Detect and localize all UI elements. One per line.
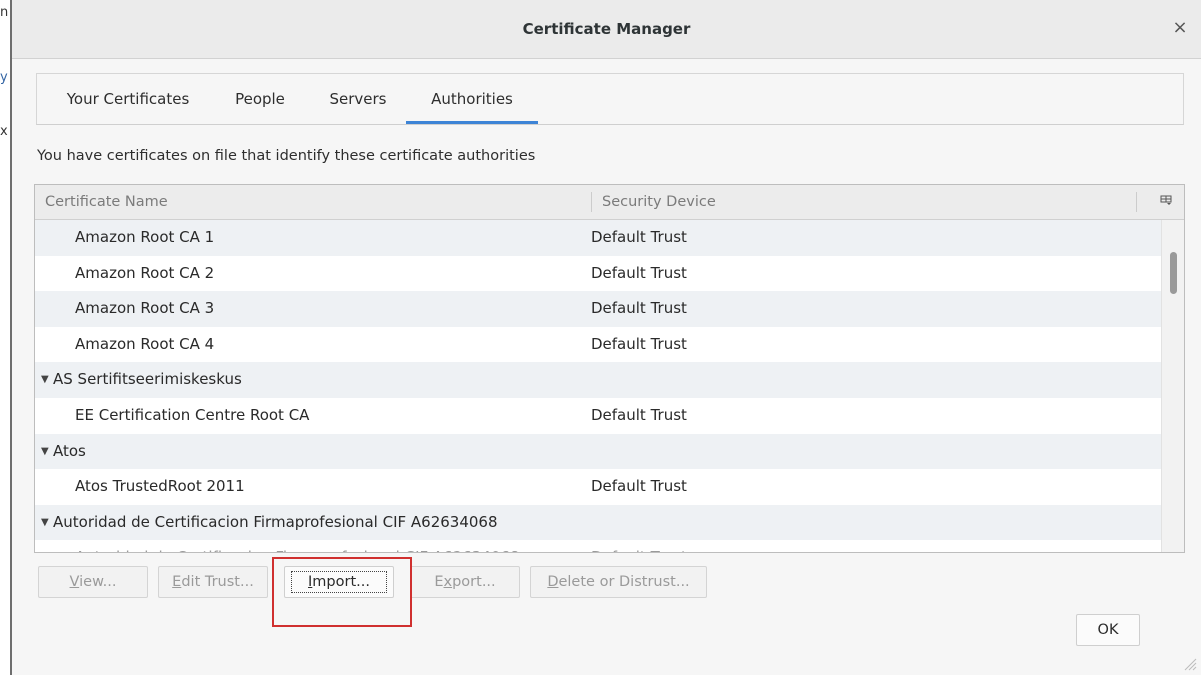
certificate-name: Autoridad de Certificacion Firmaprofesio… xyxy=(75,540,520,552)
annotation-highlight-box xyxy=(272,557,412,627)
tab-your-certificates[interactable]: Your Certificates xyxy=(61,74,195,124)
tree-header: Certificate Name Security Device xyxy=(35,185,1184,220)
background-text-fragment: n xyxy=(0,5,9,20)
table-group-row[interactable]: ▼ AS Sertifitseerimiskeskus xyxy=(35,362,1161,398)
delete-mnemonic: D xyxy=(547,574,559,590)
edit-trust-button[interactable]: Edit Trust... xyxy=(158,566,268,598)
certificate-manager-dialog: Certificate Manager × Your Certificates … xyxy=(12,0,1201,675)
view-mnemonic: V xyxy=(69,574,80,590)
dialog-title: Certificate Manager xyxy=(522,20,691,38)
tab-people[interactable]: People xyxy=(233,74,287,124)
tree-rows: Amazon Root CA 1 Default Trust Amazon Ro… xyxy=(35,220,1161,552)
tab-authorities[interactable]: Authorities xyxy=(406,74,538,124)
security-device: Default Trust xyxy=(591,405,687,424)
background-text-fragment: x xyxy=(0,124,8,139)
table-row[interactable]: Autoridad de Certificacion Firmaprofesio… xyxy=(35,540,1161,552)
security-device: Default Trust xyxy=(591,263,687,282)
security-device: Default Trust xyxy=(591,477,687,496)
certificate-name: Amazon Root CA 2 xyxy=(75,263,215,282)
tab-bar: Your Certificates People Servers Authori… xyxy=(36,73,1184,125)
export-label-start: E xyxy=(434,574,444,590)
edit-trust-label: dit Trust... xyxy=(181,574,254,590)
group-name: Atos xyxy=(53,441,86,460)
export-button[interactable]: Export... xyxy=(410,566,520,598)
column-header-security-device[interactable]: Security Device xyxy=(602,185,716,219)
table-row[interactable]: Amazon Root CA 1 Default Trust xyxy=(35,220,1161,256)
background-window-edge: n y x xyxy=(0,0,12,675)
table-group-row[interactable]: ▼ Autoridad de Certificacion Firmaprofes… xyxy=(35,504,1161,541)
table-row[interactable]: Amazon Root CA 2 Default Trust xyxy=(35,256,1161,292)
delete-label: elete or Distrust... xyxy=(558,574,690,590)
background-text-fragment: y xyxy=(0,70,8,85)
certificate-name: Amazon Root CA 1 xyxy=(75,228,215,246)
close-icon: × xyxy=(1172,17,1188,38)
resize-grip-icon[interactable] xyxy=(1183,657,1197,671)
security-device: Default Trust xyxy=(591,299,687,318)
security-device: Default Trust xyxy=(591,334,687,353)
delete-or-distrust-button[interactable]: Delete or Distrust... xyxy=(530,566,707,598)
security-device: Default Trust xyxy=(591,228,687,246)
close-button[interactable]: × xyxy=(1167,15,1193,41)
expand-triangle-icon[interactable]: ▼ xyxy=(41,434,49,470)
certificate-tree[interactable]: Certificate Name Security Device Amazon … xyxy=(34,184,1185,553)
description-text: You have certificates on file that ident… xyxy=(37,148,536,164)
column-picker-icon[interactable] xyxy=(1160,185,1172,219)
vertical-scrollbar[interactable] xyxy=(1161,220,1184,552)
table-row[interactable]: Atos TrustedRoot 2011 Default Trust xyxy=(35,469,1161,505)
column-separator[interactable] xyxy=(591,192,592,212)
group-name: Autoridad de Certificacion Firmaprofesio… xyxy=(53,512,498,531)
export-mnemonic: x xyxy=(443,574,453,590)
ok-button[interactable]: OK xyxy=(1076,614,1140,646)
title-bar[interactable]: Certificate Manager × xyxy=(12,0,1201,59)
certificate-name: Amazon Root CA 3 xyxy=(75,299,215,318)
export-label: port... xyxy=(452,574,496,590)
tab-servers[interactable]: Servers xyxy=(327,74,389,124)
certificate-name: EE Certification Centre Root CA xyxy=(75,405,310,424)
view-button[interactable]: View... xyxy=(38,566,148,598)
table-row[interactable]: Amazon Root CA 4 Default Trust xyxy=(35,327,1161,363)
certificate-name: Atos TrustedRoot 2011 xyxy=(75,477,245,496)
column-separator[interactable] xyxy=(1136,192,1137,212)
certificate-name: Amazon Root CA 4 xyxy=(75,334,215,353)
expand-triangle-icon[interactable]: ▼ xyxy=(41,505,49,541)
table-row[interactable]: EE Certification Centre Root CA Default … xyxy=(35,398,1161,434)
expand-triangle-icon[interactable]: ▼ xyxy=(41,362,49,398)
view-label: iew... xyxy=(79,574,117,590)
table-row[interactable]: Amazon Root CA 3 Default Trust xyxy=(35,291,1161,327)
table-group-row[interactable]: ▼ Atos xyxy=(35,433,1161,470)
edit-trust-mnemonic: E xyxy=(172,574,182,590)
security-device: Default Trust xyxy=(591,540,687,552)
scrollbar-thumb[interactable] xyxy=(1170,252,1177,294)
column-header-certificate-name[interactable]: Certificate Name xyxy=(45,185,168,219)
group-name: AS Sertifitseerimiskeskus xyxy=(53,370,242,389)
